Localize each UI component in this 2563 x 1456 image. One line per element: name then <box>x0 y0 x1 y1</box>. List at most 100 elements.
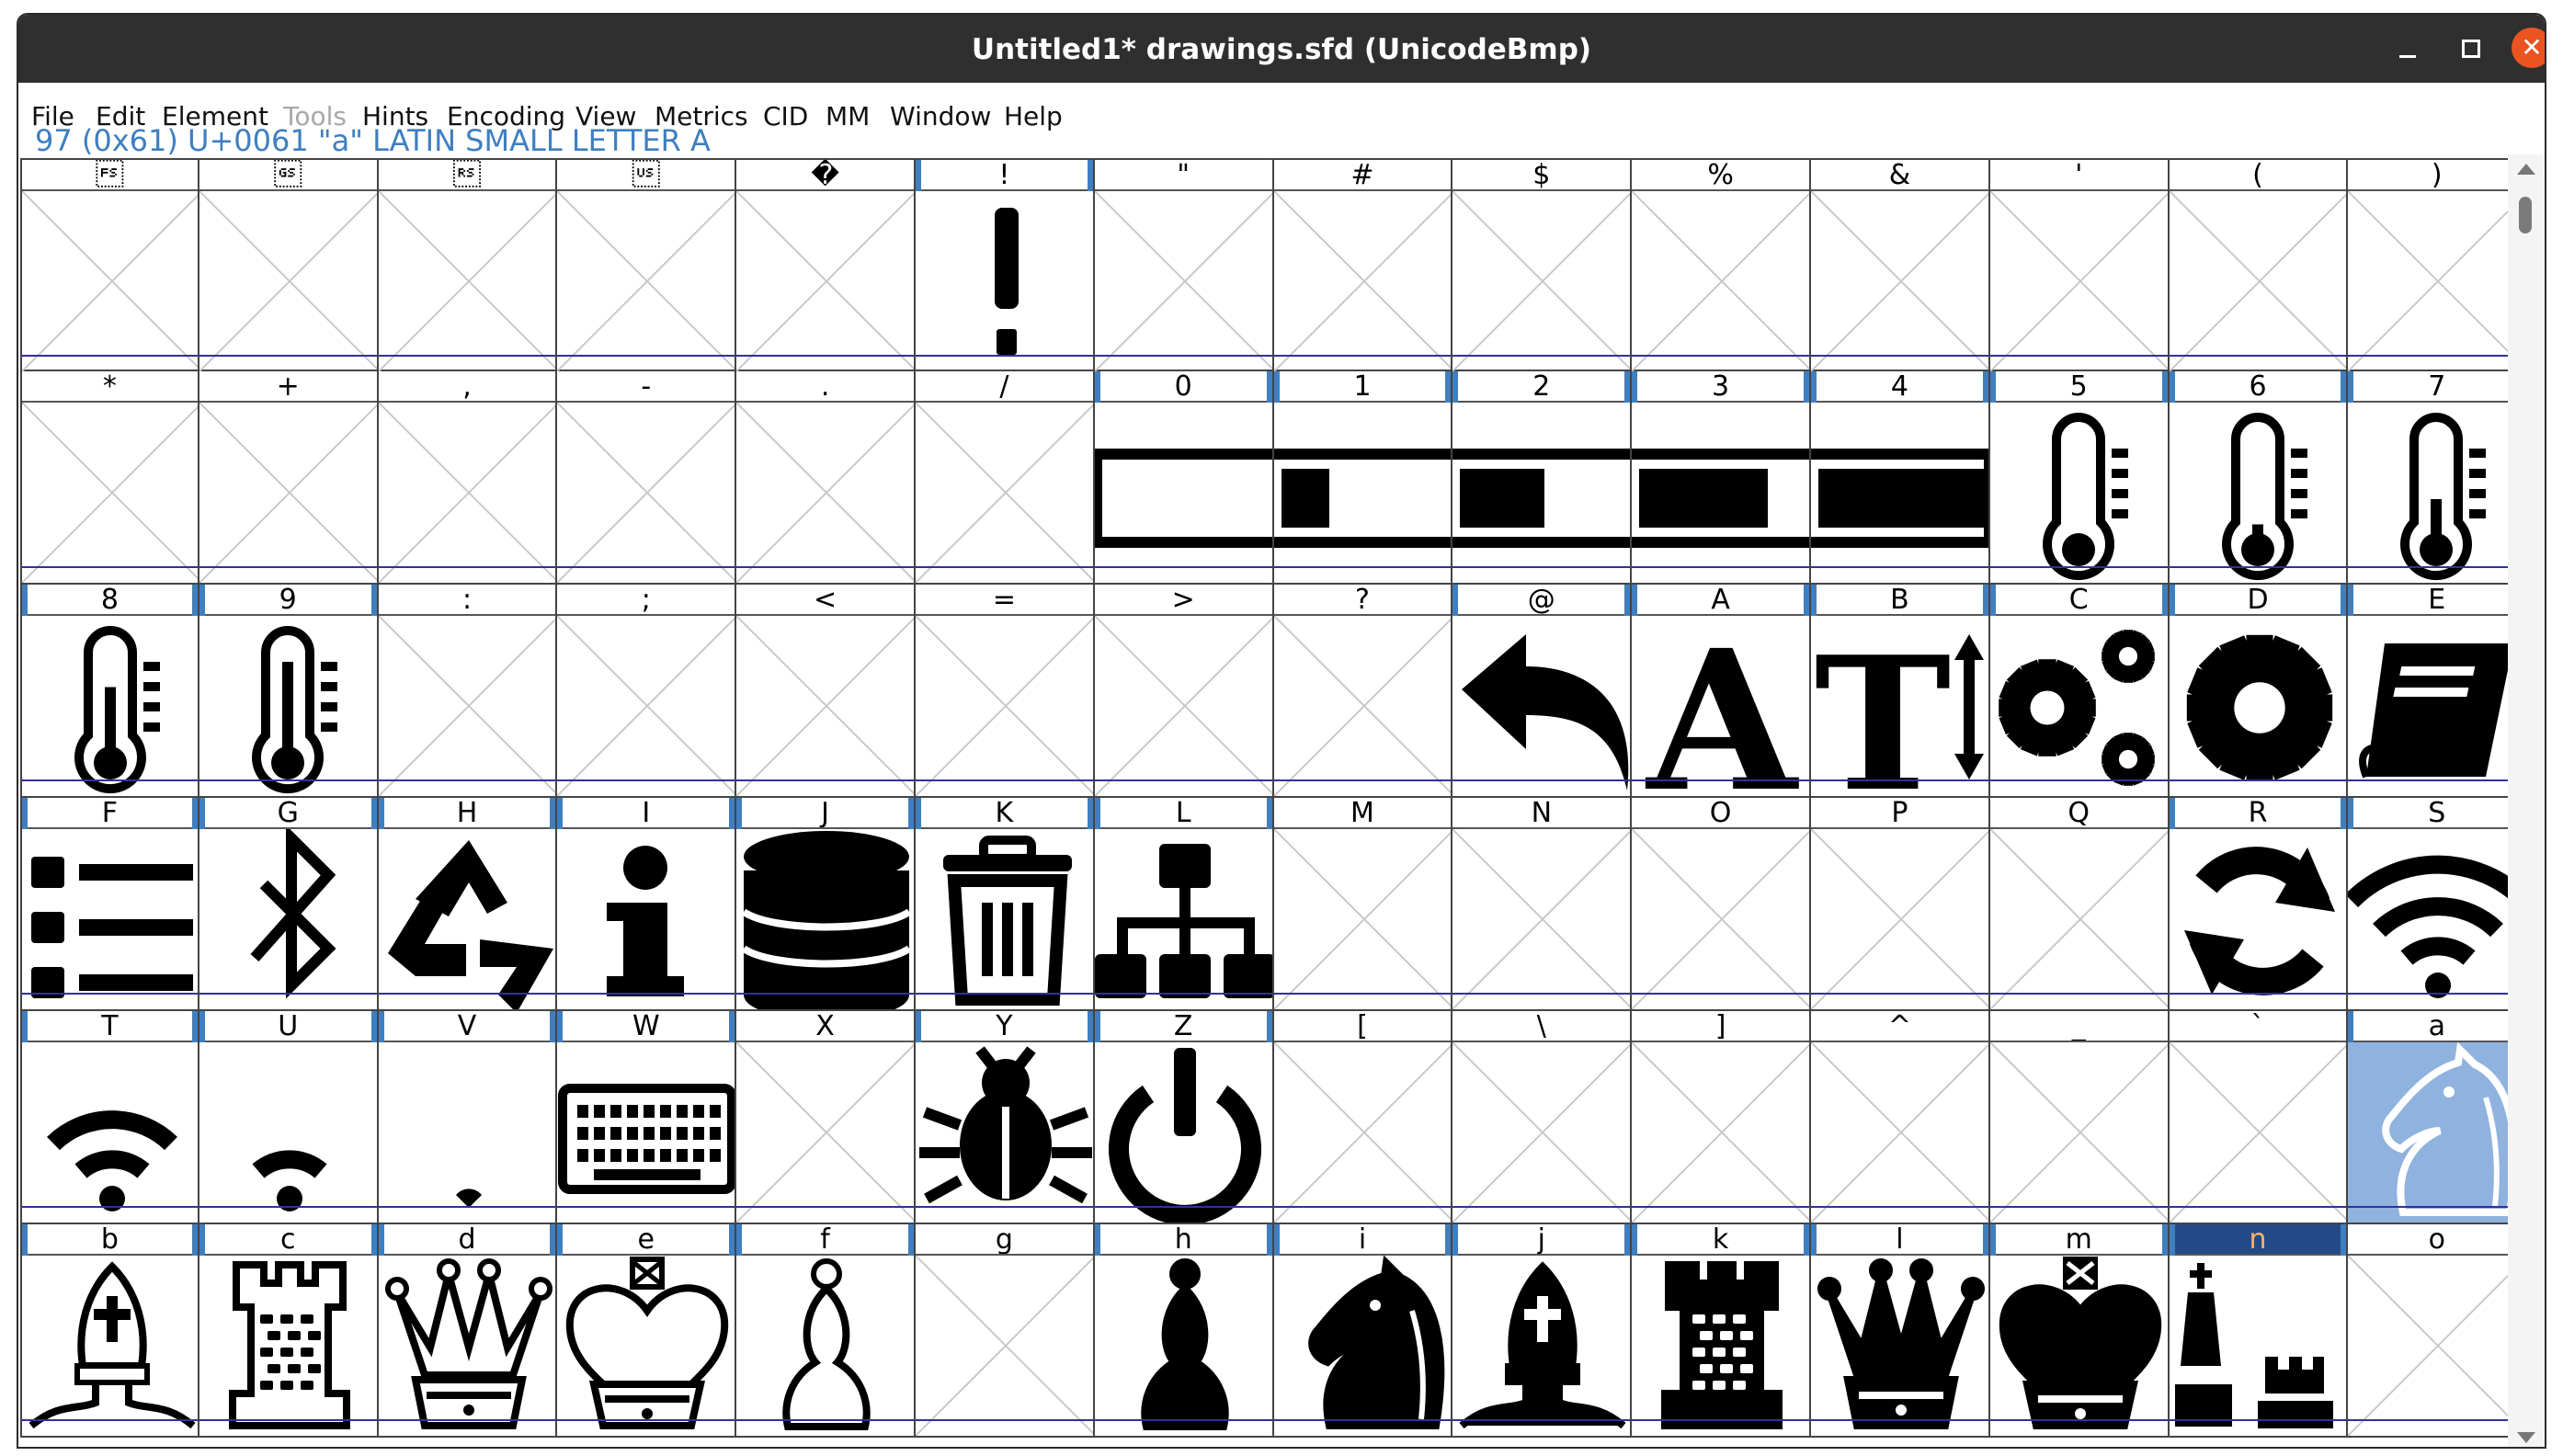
glyph-cell[interactable]: . <box>736 371 916 585</box>
glyph-cell[interactable]: % <box>1632 158 1811 371</box>
glyph-cell[interactable]: = <box>916 585 1095 798</box>
glyph-cell[interactable]: # <box>1273 158 1453 371</box>
glyph-cell[interactable]: 0 <box>1094 371 1274 585</box>
glyph-cell[interactable]: < <box>736 585 916 798</box>
glyph-cell[interactable]: 1 <box>1273 371 1453 585</box>
glyph-cell[interactable]: b <box>20 1224 199 1438</box>
glyph-cell[interactable]: S <box>2348 798 2528 1011</box>
close-button[interactable]: ✕ <box>2512 28 2545 68</box>
glyph-cell[interactable]: AA <box>1632 585 1811 798</box>
glyph-cell[interactable]: ' <box>1989 158 2170 371</box>
glyph-cell[interactable]: BT <box>1811 585 1990 798</box>
title-bar[interactable]: Untitled1* drawings.sfd (UnicodeBmp) ✕ <box>18 15 2545 83</box>
glyph-cell[interactable]: I <box>557 798 737 1011</box>
glyph-cell[interactable]: 3 <box>1632 371 1811 585</box>
glyph-cell[interactable]: U <box>199 1011 379 1224</box>
glyph-cell[interactable]: L <box>1094 798 1274 1011</box>
menu-window[interactable]: Window <box>890 101 991 131</box>
scroll-down-icon[interactable] <box>2517 1432 2535 1443</box>
scrollbar-thumb[interactable] <box>2519 197 2532 233</box>
glyph-cell[interactable]: ! <box>916 158 1095 371</box>
glyph-cell[interactable]: Y <box>916 1011 1095 1224</box>
glyph-cell[interactable]: Q <box>1989 798 2170 1011</box>
glyph-cell[interactable]: J <box>736 798 916 1011</box>
baseline <box>2169 1206 2347 1208</box>
glyph-cell[interactable]: E <box>2348 585 2528 798</box>
glyph-cell[interactable]: a <box>2348 1011 2528 1224</box>
menu-help[interactable]: Help <box>1004 101 1063 131</box>
glyph-cell[interactable]: ] <box>1632 1011 1811 1224</box>
glyph-cell[interactable]: ` <box>2169 1011 2349 1224</box>
glyph-cell[interactable]: m <box>1989 1224 2170 1438</box>
right-bearing-marker <box>191 798 198 829</box>
glyph-cell[interactable]: k <box>1632 1224 1811 1438</box>
glyph-cell[interactable]: h <box>1094 1224 1274 1438</box>
glyph-cell[interactable]: ) <box>2348 158 2528 371</box>
glyph-cell[interactable]: o <box>2348 1224 2528 1438</box>
glyph-cell[interactable]: l <box>1811 1224 1990 1438</box>
glyph-cell[interactable]: V <box>378 1011 558 1224</box>
glyph-cell[interactable]: R <box>2169 798 2349 1011</box>
glyph-cell[interactable]: � <box>736 158 916 371</box>
glyph-cell[interactable]: W <box>557 1011 737 1224</box>
glyph-cell[interactable]: * <box>20 371 199 585</box>
glyph-cell[interactable]: _ <box>1989 1011 2170 1224</box>
glyph-cell[interactable] <box>378 158 558 371</box>
glyph-cell[interactable]: G <box>199 798 379 1011</box>
glyph-cell[interactable]: f <box>736 1224 916 1438</box>
menu-cid[interactable]: CID <box>763 101 808 131</box>
glyph-cell[interactable]: 5 <box>1989 371 2170 585</box>
scroll-up-icon[interactable] <box>2517 164 2535 175</box>
glyph-cell[interactable]: , <box>378 371 558 585</box>
glyph-cell[interactable]: O <box>1632 798 1811 1011</box>
glyph-cell[interactable]: 4 <box>1811 371 1990 585</box>
glyph-cell[interactable]: N <box>1452 798 1633 1011</box>
glyph-cell[interactable]: 2 <box>1452 371 1633 585</box>
glyph-cell[interactable] <box>557 158 737 371</box>
baseline <box>2169 566 2347 568</box>
glyph-cell[interactable]: 8 <box>20 585 199 798</box>
menu-mm[interactable]: MM <box>826 101 870 131</box>
glyph-cell[interactable]: ; <box>557 585 737 798</box>
glyph-cell[interactable]: 6 <box>2169 371 2349 585</box>
glyph-cell[interactable]: [ <box>1273 1011 1453 1224</box>
glyph-cell[interactable]: " <box>1094 158 1274 371</box>
glyph-cell[interactable]: M <box>1273 798 1453 1011</box>
vertical-scrollbar[interactable] <box>2508 154 2545 1447</box>
glyph-cell[interactable]: d <box>378 1224 558 1438</box>
glyph-cell[interactable]: 7 <box>2348 371 2528 585</box>
glyph-cell[interactable]: ( <box>2169 158 2349 371</box>
glyph-cell[interactable]: $ <box>1452 158 1633 371</box>
glyph-cell[interactable]: > <box>1094 585 1274 798</box>
glyph-cell[interactable]: n <box>2169 1224 2349 1438</box>
glyph-cell[interactable]: ? <box>1273 585 1453 798</box>
glyph-cell[interactable]: & <box>1811 158 1990 371</box>
glyph-cell[interactable]: : <box>378 585 558 798</box>
glyph-cell[interactable]: \ <box>1452 1011 1633 1224</box>
maximize-button[interactable] <box>2455 33 2486 64</box>
glyph-cell[interactable]: i <box>1273 1224 1453 1438</box>
glyph-cell[interactable]: K <box>916 798 1095 1011</box>
glyph-cell[interactable]: ^ <box>1811 1011 1990 1224</box>
glyph-cell[interactable]: 9 <box>199 585 379 798</box>
right-bearing-marker <box>1803 371 1809 403</box>
glyph-cell[interactable]: e <box>557 1224 737 1438</box>
glyph-cell[interactable]: C <box>1989 585 2170 798</box>
glyph-cell[interactable]: D <box>2169 585 2349 798</box>
glyph-cell[interactable]: T <box>20 1011 199 1224</box>
glyph-cell[interactable]: H <box>378 798 558 1011</box>
glyph-cell[interactable] <box>199 158 379 371</box>
glyph-cell[interactable]: Z <box>1094 1011 1274 1224</box>
minimize-button[interactable] <box>2392 33 2423 64</box>
glyph-cell[interactable]: / <box>916 371 1095 585</box>
glyph-cell[interactable]: j <box>1452 1224 1633 1438</box>
glyph-cell[interactable]: P <box>1811 798 1990 1011</box>
glyph-cell[interactable]: + <box>199 371 379 585</box>
glyph-cell[interactable]: X <box>736 1011 916 1224</box>
glyph-cell[interactable]: c <box>199 1224 379 1438</box>
glyph-cell[interactable]: - <box>557 371 737 585</box>
glyph-cell[interactable] <box>20 158 199 371</box>
glyph-cell[interactable]: @ <box>1452 585 1633 798</box>
glyph-cell[interactable]: F <box>20 798 199 1011</box>
glyph-cell[interactable]: g <box>916 1224 1095 1438</box>
